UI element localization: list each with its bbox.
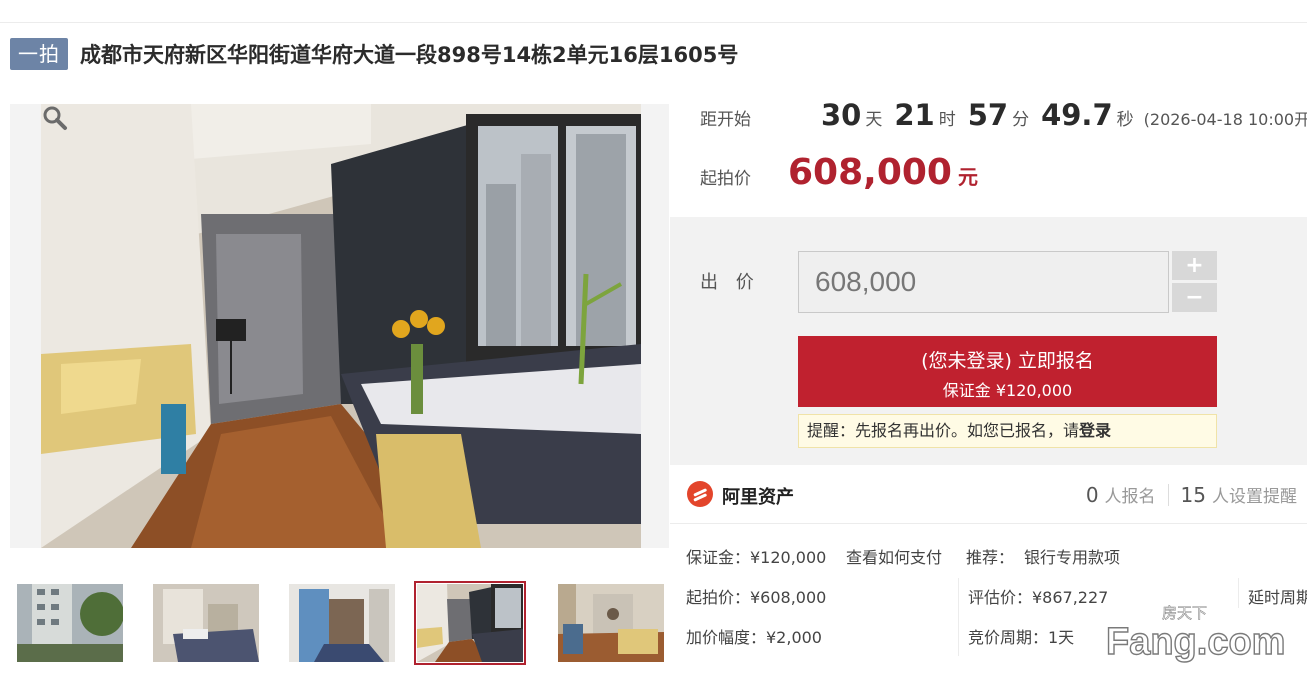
listing-title: 成都市天府新区华阳街道华府大道一段898号14栋2单元16层1605号 xyxy=(80,43,739,67)
increase-bid-button[interactable]: + xyxy=(1172,251,1217,280)
countdown-hours: 21 xyxy=(894,98,935,132)
room-photo-illustration xyxy=(41,104,641,548)
countdown-minutes-unit: 分 xyxy=(1012,110,1030,130)
thumbnail-item[interactable] xyxy=(153,584,259,662)
signup-button[interactable]: (您未登录) 立即报名 保证金 ¥120,000 xyxy=(798,336,1217,407)
main-photo[interactable] xyxy=(10,104,669,548)
reminder-count-label: 人设置提醒 xyxy=(1212,487,1297,507)
countdown-days: 30 xyxy=(821,98,862,132)
thumbnail-item-active[interactable] xyxy=(414,581,526,665)
start-price-unit: 元 xyxy=(957,165,978,189)
signup-deposit-label: 保证金 ¥120,000 xyxy=(942,381,1073,400)
fang-watermark-logo: 房天下 Fang.com xyxy=(1105,604,1286,664)
start-price: 起拍价 608,000 元 xyxy=(700,152,978,193)
increment-info: 加价幅度：¥2,000 xyxy=(686,628,822,647)
countdown-days-unit: 天 xyxy=(865,110,883,130)
auction-round-badge: 一拍 xyxy=(10,38,68,70)
start-price-label: 起拍价 xyxy=(700,169,751,189)
bid-cycle-info: 竞价周期：1天 xyxy=(968,628,1075,647)
signup-count: 0 xyxy=(1085,483,1099,507)
recommend-label: 推荐： xyxy=(966,548,1015,567)
ali-asset-logo xyxy=(687,481,713,507)
thumbnail-image-building xyxy=(17,584,123,662)
provider-name: 阿里资产 xyxy=(722,487,794,508)
stats-divider xyxy=(1167,483,1169,506)
how-to-pay-link[interactable]: 查看如何支付 xyxy=(846,544,942,568)
start-price-info: 起拍价：¥608,000 xyxy=(686,588,827,607)
top-divider xyxy=(0,22,1307,23)
reminder-text: 提醒：先报名再出价。如您已报名，请 xyxy=(807,421,1080,440)
detail-divider xyxy=(958,578,959,656)
countdown-label: 距开始 xyxy=(700,110,751,130)
thumbnail-image-hallway xyxy=(289,584,395,662)
listing-header: 一拍 成都市天府新区华阳街道华府大道一段898号14栋2单元16层1605号 xyxy=(10,38,738,70)
bid-box: 出 价 608,000 + − (您未登录) 立即报名 保证金 ¥120,000… xyxy=(670,217,1307,465)
start-price-value: 608,000 xyxy=(788,152,952,193)
login-link[interactable]: 登录 xyxy=(1079,421,1111,440)
countdown: 距开始 30 天 21 时 57 分 49.7 秒 (2026-04-18 10… xyxy=(700,98,1307,138)
provider-bar: 阿里资产 0 人报名 15 人设置提醒 xyxy=(670,468,1307,524)
countdown-seconds: 49.7 xyxy=(1041,98,1113,132)
bid-amount-input[interactable]: 608,000 xyxy=(798,251,1169,313)
auction-stats: 0 人报名 15 人设置提醒 xyxy=(1086,482,1297,507)
signup-button-label: (您未登录) 立即报名 xyxy=(921,350,1094,372)
auction-start-time: (2026-04-18 10:00开拍) xyxy=(1143,110,1307,129)
thumbnail-image-room xyxy=(558,584,664,662)
signup-count-label: 人报名 xyxy=(1104,487,1156,507)
bid-label: 出 价 xyxy=(700,272,760,293)
signup-reminder: 提醒：先报名再出价。如您已报名，请登录 xyxy=(798,414,1217,448)
magnifier-icon[interactable] xyxy=(41,104,69,132)
thumbnail-image-bedroom xyxy=(153,584,259,662)
countdown-minutes: 57 xyxy=(967,98,1009,132)
countdown-seconds-unit: 秒 xyxy=(1116,110,1134,130)
deposit-info: 保证金：¥120,000 xyxy=(686,548,827,567)
thumbnail-strip xyxy=(17,581,667,665)
reminder-count: 15 xyxy=(1180,483,1206,507)
watermark-en: Fang.com xyxy=(1106,621,1285,663)
decrease-bid-button[interactable]: − xyxy=(1172,283,1217,312)
thumbnail-item[interactable] xyxy=(289,584,395,662)
countdown-hours-unit: 时 xyxy=(938,110,956,130)
watermark-cn: 房天下 xyxy=(1162,604,1207,622)
thumbnail-item[interactable] xyxy=(558,584,664,662)
thumbnail-item[interactable] xyxy=(17,584,123,662)
thumbnail-image-study xyxy=(417,584,523,662)
appraisal-info: 评估价：¥867,227 xyxy=(968,588,1109,607)
bank-account-link[interactable]: 银行专用款项 xyxy=(1024,544,1120,568)
